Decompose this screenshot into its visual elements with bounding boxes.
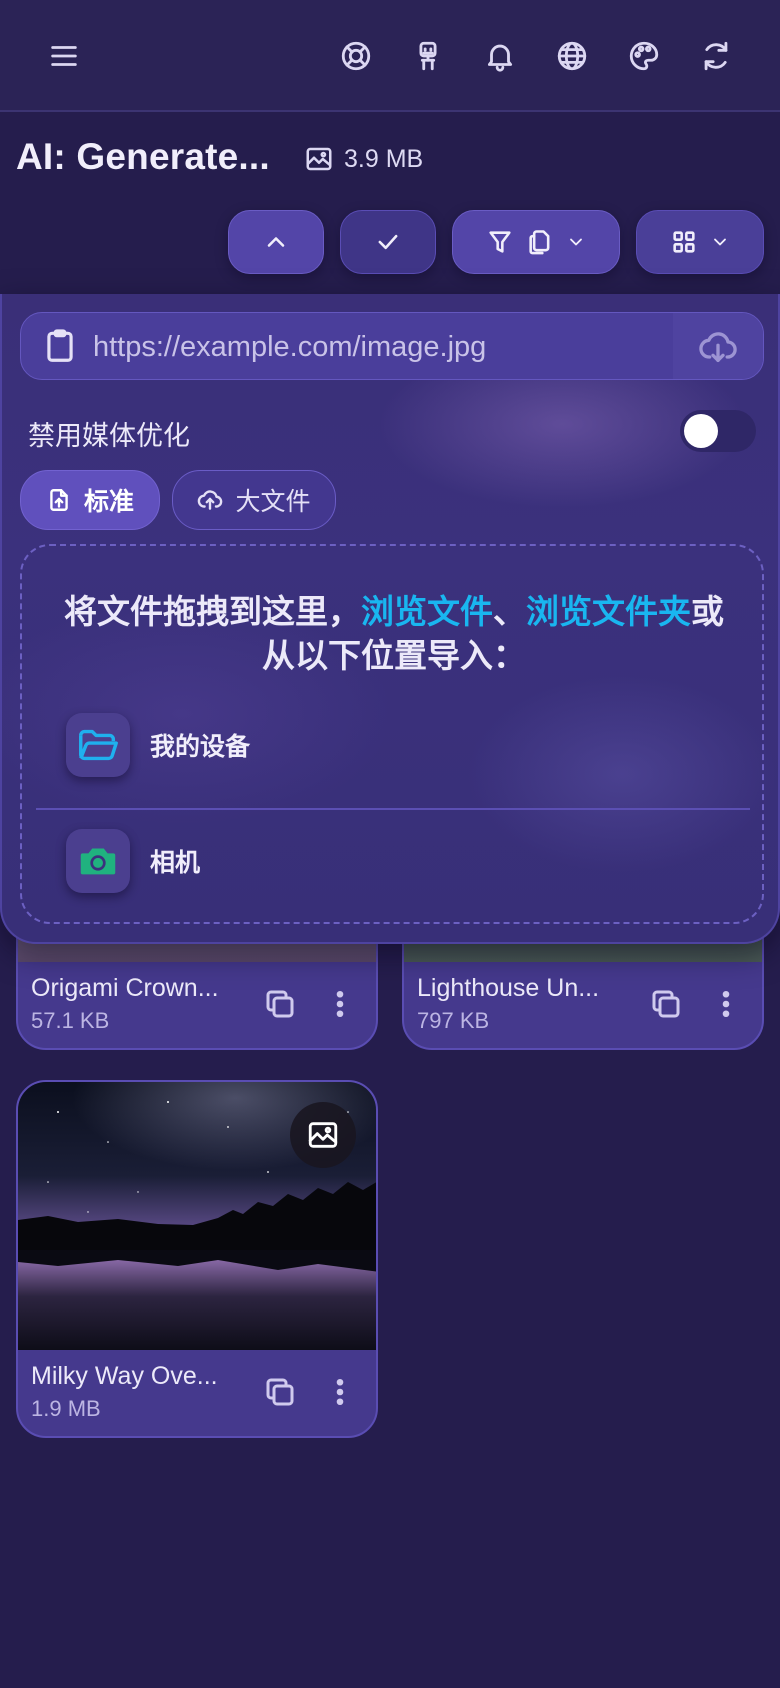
gallery-card[interactable]: Milky Way Ove... 1.9 MB bbox=[16, 1080, 378, 1438]
palette-icon[interactable] bbox=[618, 30, 670, 82]
clipboard-icon[interactable] bbox=[41, 327, 79, 365]
card-name: Milky Way Ove... bbox=[31, 1362, 218, 1390]
chevron-down-icon bbox=[570, 238, 582, 246]
card-name: Lighthouse Un... bbox=[417, 974, 600, 1002]
more-options-icon[interactable] bbox=[322, 986, 358, 1022]
url-input[interactable] bbox=[93, 313, 673, 379]
drop-zone[interactable]: 将文件拖拽到这里，浏览文件、浏览文件夹或 从以下位置导入： 我的设备 相机 bbox=[20, 544, 764, 924]
file-size: 3.9 MB bbox=[344, 144, 424, 173]
card-info: Lighthouse Un... 797 KB bbox=[404, 962, 762, 1048]
upload-panel: 禁用媒体优化 标准 大文件 将文件拖拽到这里，浏览文件、浏览文件夹或 从以下位置… bbox=[0, 294, 780, 944]
filter-sort-button[interactable] bbox=[452, 210, 620, 274]
chevron-down-icon bbox=[714, 238, 726, 246]
copy-icon[interactable] bbox=[648, 986, 684, 1022]
check-icon bbox=[378, 234, 398, 250]
disable-optimization-label: 禁用媒体优化 bbox=[28, 421, 190, 451]
folder-icon bbox=[66, 713, 130, 777]
collapse-button[interactable] bbox=[228, 210, 324, 274]
image-icon bbox=[308, 1122, 338, 1148]
refresh-icon[interactable] bbox=[690, 30, 742, 82]
drop-zone-instructions: 将文件拖拽到这里，浏览文件、浏览文件夹或 从以下位置导入： bbox=[22, 590, 766, 678]
download-button[interactable] bbox=[673, 313, 763, 379]
mode-large-file-label: 大文件 bbox=[235, 488, 311, 516]
drop-text-separator: 、 bbox=[493, 593, 526, 630]
browse-files-link[interactable]: 浏览文件 bbox=[361, 593, 493, 630]
page-title: AI: Generate... bbox=[16, 136, 270, 177]
mode-large-file-button[interactable]: 大文件 bbox=[172, 470, 336, 530]
page: AI: Generate... 3.9 MB Origami Crown... … bbox=[0, 0, 780, 1688]
card-info: Milky Way Ove... 1.9 MB bbox=[18, 1350, 376, 1436]
card-info: Origami Crown... 57.1 KB bbox=[18, 962, 376, 1048]
cloud-upload-icon bbox=[198, 490, 223, 510]
mode-standard-button[interactable]: 标准 bbox=[20, 470, 160, 530]
globe-icon[interactable] bbox=[546, 30, 598, 82]
copy-icon[interactable] bbox=[262, 986, 298, 1022]
mode-standard-label: 标准 bbox=[83, 488, 134, 516]
copy-docs-icon bbox=[529, 230, 550, 255]
drop-text-suffix: 或 bbox=[691, 593, 724, 630]
cloud-download-icon bbox=[699, 332, 737, 362]
chevron-up-icon bbox=[267, 237, 285, 247]
drop-text-line2: 从以下位置导入： bbox=[262, 637, 526, 674]
view-mode-button[interactable] bbox=[636, 210, 764, 274]
bell-icon[interactable] bbox=[474, 30, 526, 82]
grid-icon bbox=[673, 231, 695, 253]
source-label: 我的设备 bbox=[150, 733, 251, 761]
copy-icon[interactable] bbox=[262, 1374, 298, 1410]
filter-icon bbox=[489, 231, 511, 253]
url-import-box bbox=[20, 312, 764, 380]
help-icon[interactable] bbox=[330, 30, 382, 82]
source-camera[interactable]: 相机 bbox=[66, 828, 200, 894]
image-icon bbox=[306, 147, 332, 171]
drop-text-prefix: 将文件拖拽到这里， bbox=[64, 593, 361, 630]
browse-folder-link[interactable]: 浏览文件夹 bbox=[526, 593, 691, 630]
title-row: AI: Generate... 3.9 MB bbox=[0, 114, 780, 206]
menu-icon[interactable] bbox=[38, 30, 90, 82]
robot-icon[interactable] bbox=[402, 30, 454, 82]
more-options-icon[interactable] bbox=[322, 1374, 358, 1410]
file-upload-icon bbox=[50, 489, 68, 511]
card-size: 1.9 MB bbox=[31, 1396, 101, 1421]
top-nav bbox=[0, 0, 780, 112]
source-label: 相机 bbox=[150, 849, 201, 877]
camera-icon bbox=[66, 829, 130, 893]
card-thumbnail[interactable] bbox=[18, 1082, 376, 1350]
card-size: 797 KB bbox=[417, 1008, 490, 1033]
optimization-toggle[interactable] bbox=[680, 410, 756, 452]
more-options-icon[interactable] bbox=[708, 986, 744, 1022]
source-my-device[interactable]: 我的设备 bbox=[66, 712, 250, 778]
file-size-info: 3.9 MB bbox=[304, 144, 423, 174]
image-type-badge bbox=[290, 1102, 356, 1168]
divider bbox=[36, 808, 750, 810]
card-name: Origami Crown... bbox=[31, 974, 219, 1002]
toggle-knob bbox=[684, 414, 718, 448]
select-button[interactable] bbox=[340, 210, 436, 274]
card-size: 57.1 KB bbox=[31, 1008, 110, 1033]
